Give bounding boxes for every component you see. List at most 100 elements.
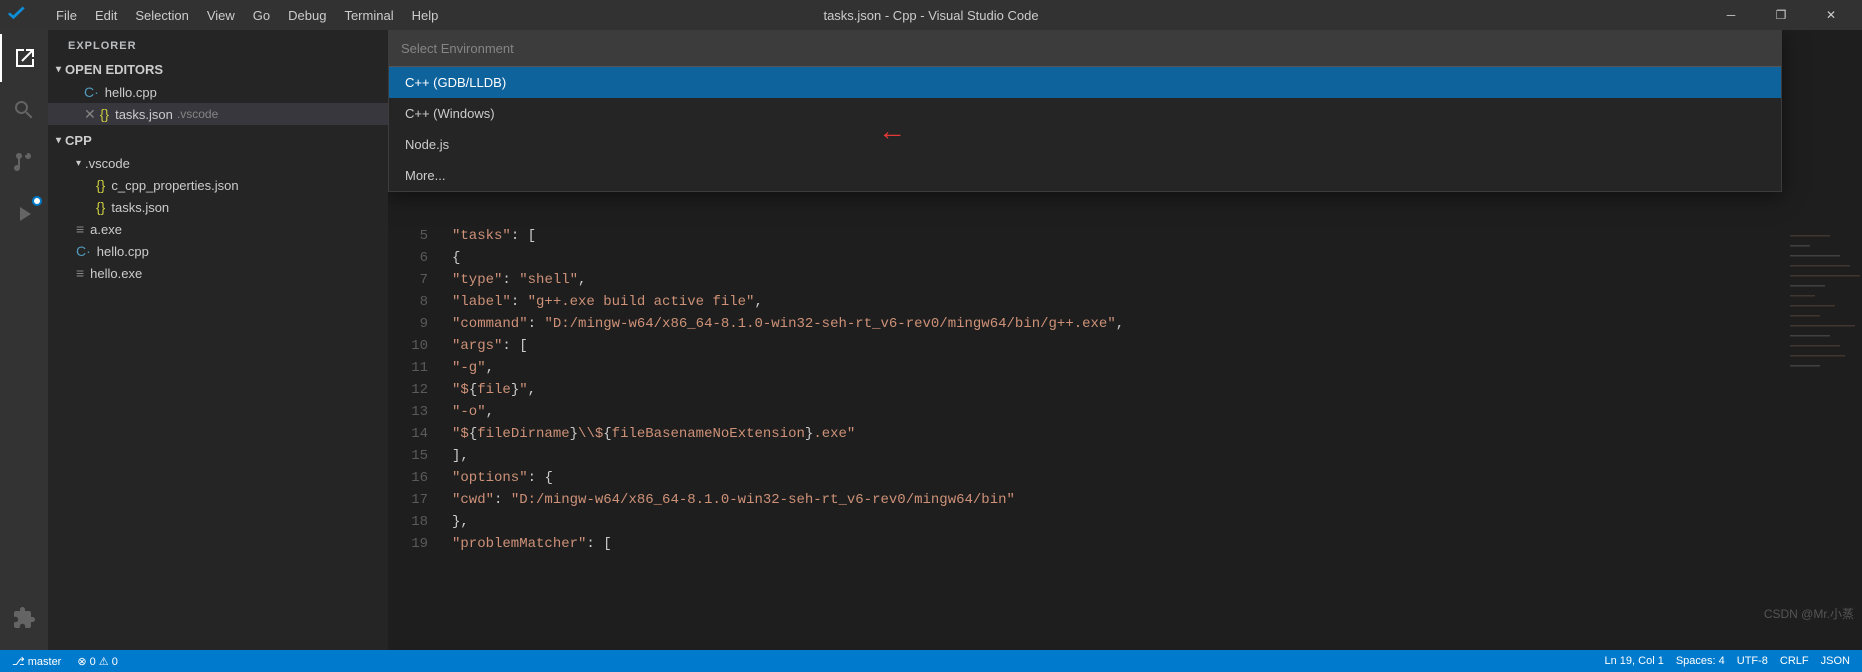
run-activity-icon[interactable] — [0, 190, 48, 238]
cpp-file-icon: C· — [84, 84, 99, 100]
status-spaces[interactable]: Spaces: 4 — [1672, 655, 1729, 667]
code-line: "${file}", — [452, 379, 1782, 401]
tasks-json-label: tasks.json — [115, 107, 173, 122]
open-editors-section[interactable]: ▾ OPEN EDITORS — [48, 58, 388, 81]
select-environment-dropdown[interactable]: C++ (GDB/LLDB) C++ (Windows) Node.js Mor… — [388, 30, 1782, 192]
menu-selection[interactable]: Selection — [127, 6, 196, 25]
menu-bar: File Edit Selection View Go Debug Termin… — [48, 6, 446, 25]
a-exe-file[interactable]: ≡ a.exe — [48, 218, 388, 240]
env-option-more[interactable]: More... — [389, 160, 1781, 191]
hello-cpp-sidebar-label: hello.cpp — [97, 244, 149, 259]
line-number: 5 — [396, 225, 428, 247]
minimap — [1782, 225, 1862, 650]
hello-exe-file[interactable]: ≡ hello.exe — [48, 262, 388, 284]
extensions-activity-icon[interactable] — [0, 594, 48, 642]
status-branch[interactable]: ⎇ master — [8, 655, 65, 668]
a-exe-label: a.exe — [90, 222, 122, 237]
editor-area: C++ (GDB/LLDB) C++ (Windows) Node.js Mor… — [388, 30, 1862, 650]
exe-icon-2: ≡ — [76, 265, 84, 281]
status-right: Ln 19, Col 1 Spaces: 4 UTF-8 CRLF JSON — [1601, 655, 1855, 667]
main-area: EXPLORER ▾ OPEN EDITORS C· hello.cpp ✕ {… — [0, 30, 1862, 650]
menu-go[interactable]: Go — [245, 6, 278, 25]
sidebar: EXPLORER ▾ OPEN EDITORS C· hello.cpp ✕ {… — [48, 30, 388, 650]
c-cpp-properties-label: c_cpp_properties.json — [111, 178, 238, 193]
maximize-button[interactable]: ❐ — [1758, 0, 1804, 30]
cpp-section-label: CPP — [65, 133, 92, 148]
line-number: 18 — [396, 511, 428, 533]
line-number: 17 — [396, 489, 428, 511]
code-line: "options": { — [452, 467, 1782, 489]
line-number: 12 — [396, 379, 428, 401]
menu-help[interactable]: Help — [404, 6, 447, 25]
source-control-activity-icon[interactable] — [0, 138, 48, 186]
select-environment-input[interactable] — [389, 31, 1781, 67]
cpp-icon-2: C· — [76, 243, 91, 259]
vscode-folder-label: .vscode — [85, 156, 130, 171]
window-controls: ─ ❐ ✕ — [1708, 0, 1854, 30]
c-cpp-properties-file[interactable]: {} c_cpp_properties.json — [48, 174, 388, 196]
line-number: 16 — [396, 467, 428, 489]
status-line-col[interactable]: Ln 19, Col 1 — [1601, 655, 1668, 667]
close-tasks-icon[interactable]: ✕ — [84, 106, 96, 123]
explorer-activity-icon[interactable] — [0, 34, 48, 82]
line-number: 15 — [396, 445, 428, 467]
vscode-folder[interactable]: ▾ .vscode — [48, 152, 388, 174]
cpp-section[interactable]: ▾ CPP — [48, 129, 388, 152]
menu-file[interactable]: File — [48, 6, 85, 25]
line-number: 11 — [396, 357, 428, 379]
activity-bar — [0, 30, 48, 650]
open-editors-chevron: ▾ — [56, 64, 61, 75]
env-option-nodejs[interactable]: Node.js — [389, 129, 1781, 160]
minimize-button[interactable]: ─ — [1708, 0, 1754, 30]
open-editors-label: OPEN EDITORS — [65, 62, 163, 77]
code-line: "problemMatcher": [ — [452, 533, 1782, 555]
vscode-logo-icon — [8, 5, 28, 25]
json-icon-2: {} — [96, 199, 105, 215]
code-line: "command": "D:/mingw-w64/x86_64-8.1.0-wi… — [452, 313, 1782, 335]
status-language[interactable]: JSON — [1817, 655, 1854, 667]
menu-edit[interactable]: Edit — [87, 6, 125, 25]
code-line: { — [452, 247, 1782, 269]
json-icon-1: {} — [96, 177, 105, 193]
code-line: "args": [ — [452, 335, 1782, 357]
code-content[interactable]: "tasks": [ { "type": "shell", "label": "… — [436, 225, 1782, 650]
title-bar-left: File Edit Selection View Go Debug Termin… — [8, 5, 446, 25]
search-activity-icon[interactable] — [0, 86, 48, 134]
hello-exe-label: hello.exe — [90, 266, 142, 281]
status-bar: ⎇ master ⊗ 0 ⚠ 0 Ln 19, Col 1 Spaces: 4 … — [0, 650, 1862, 672]
code-line: "tasks": [ — [452, 225, 1782, 247]
close-button[interactable]: ✕ — [1808, 0, 1854, 30]
code-line: ], — [452, 445, 1782, 467]
code-line: }, — [452, 511, 1782, 533]
env-option-cpp-windows[interactable]: C++ (Windows) — [389, 98, 1781, 129]
code-line: "cwd": "D:/mingw-w64/x86_64-8.1.0-win32-… — [452, 489, 1782, 511]
status-errors[interactable]: ⊗ 0 ⚠ 0 — [73, 655, 121, 668]
status-encoding[interactable]: UTF-8 — [1733, 655, 1772, 667]
hello-cpp-sidebar[interactable]: C· hello.cpp — [48, 240, 388, 262]
tasks-json-path: .vscode — [177, 107, 218, 121]
tasks-json-sidebar-label: tasks.json — [111, 200, 169, 215]
env-option-cpp-gdb[interactable]: C++ (GDB/LLDB) — [389, 67, 1781, 98]
menu-terminal[interactable]: Terminal — [336, 6, 401, 25]
code-line: "type": "shell", — [452, 269, 1782, 291]
code-editor[interactable]: 5678910111213141516171819 "tasks": [ { "… — [388, 225, 1862, 650]
code-line: "-g", — [452, 357, 1782, 379]
code-line: "-o", — [452, 401, 1782, 423]
line-number: 14 — [396, 423, 428, 445]
open-editor-hello-cpp[interactable]: C· hello.cpp — [48, 81, 388, 103]
open-editor-tasks-json[interactable]: ✕ {} tasks.json .vscode — [48, 103, 388, 125]
tasks-json-file[interactable]: {} tasks.json — [48, 196, 388, 218]
line-number: 6 — [396, 247, 428, 269]
line-number: 10 — [396, 335, 428, 357]
cpp-chevron: ▾ — [56, 135, 61, 146]
json-file-icon: {} — [100, 106, 109, 122]
line-number: 7 — [396, 269, 428, 291]
code-line: "label": "g++.exe build active file", — [452, 291, 1782, 313]
line-numbers: 5678910111213141516171819 — [388, 225, 436, 650]
line-number: 9 — [396, 313, 428, 335]
watermark: CSDN @Mr.小蒸 — [1764, 605, 1854, 622]
menu-view[interactable]: View — [199, 6, 243, 25]
hello-cpp-label: hello.cpp — [105, 85, 157, 100]
menu-debug[interactable]: Debug — [280, 6, 334, 25]
status-crlf[interactable]: CRLF — [1776, 655, 1813, 667]
